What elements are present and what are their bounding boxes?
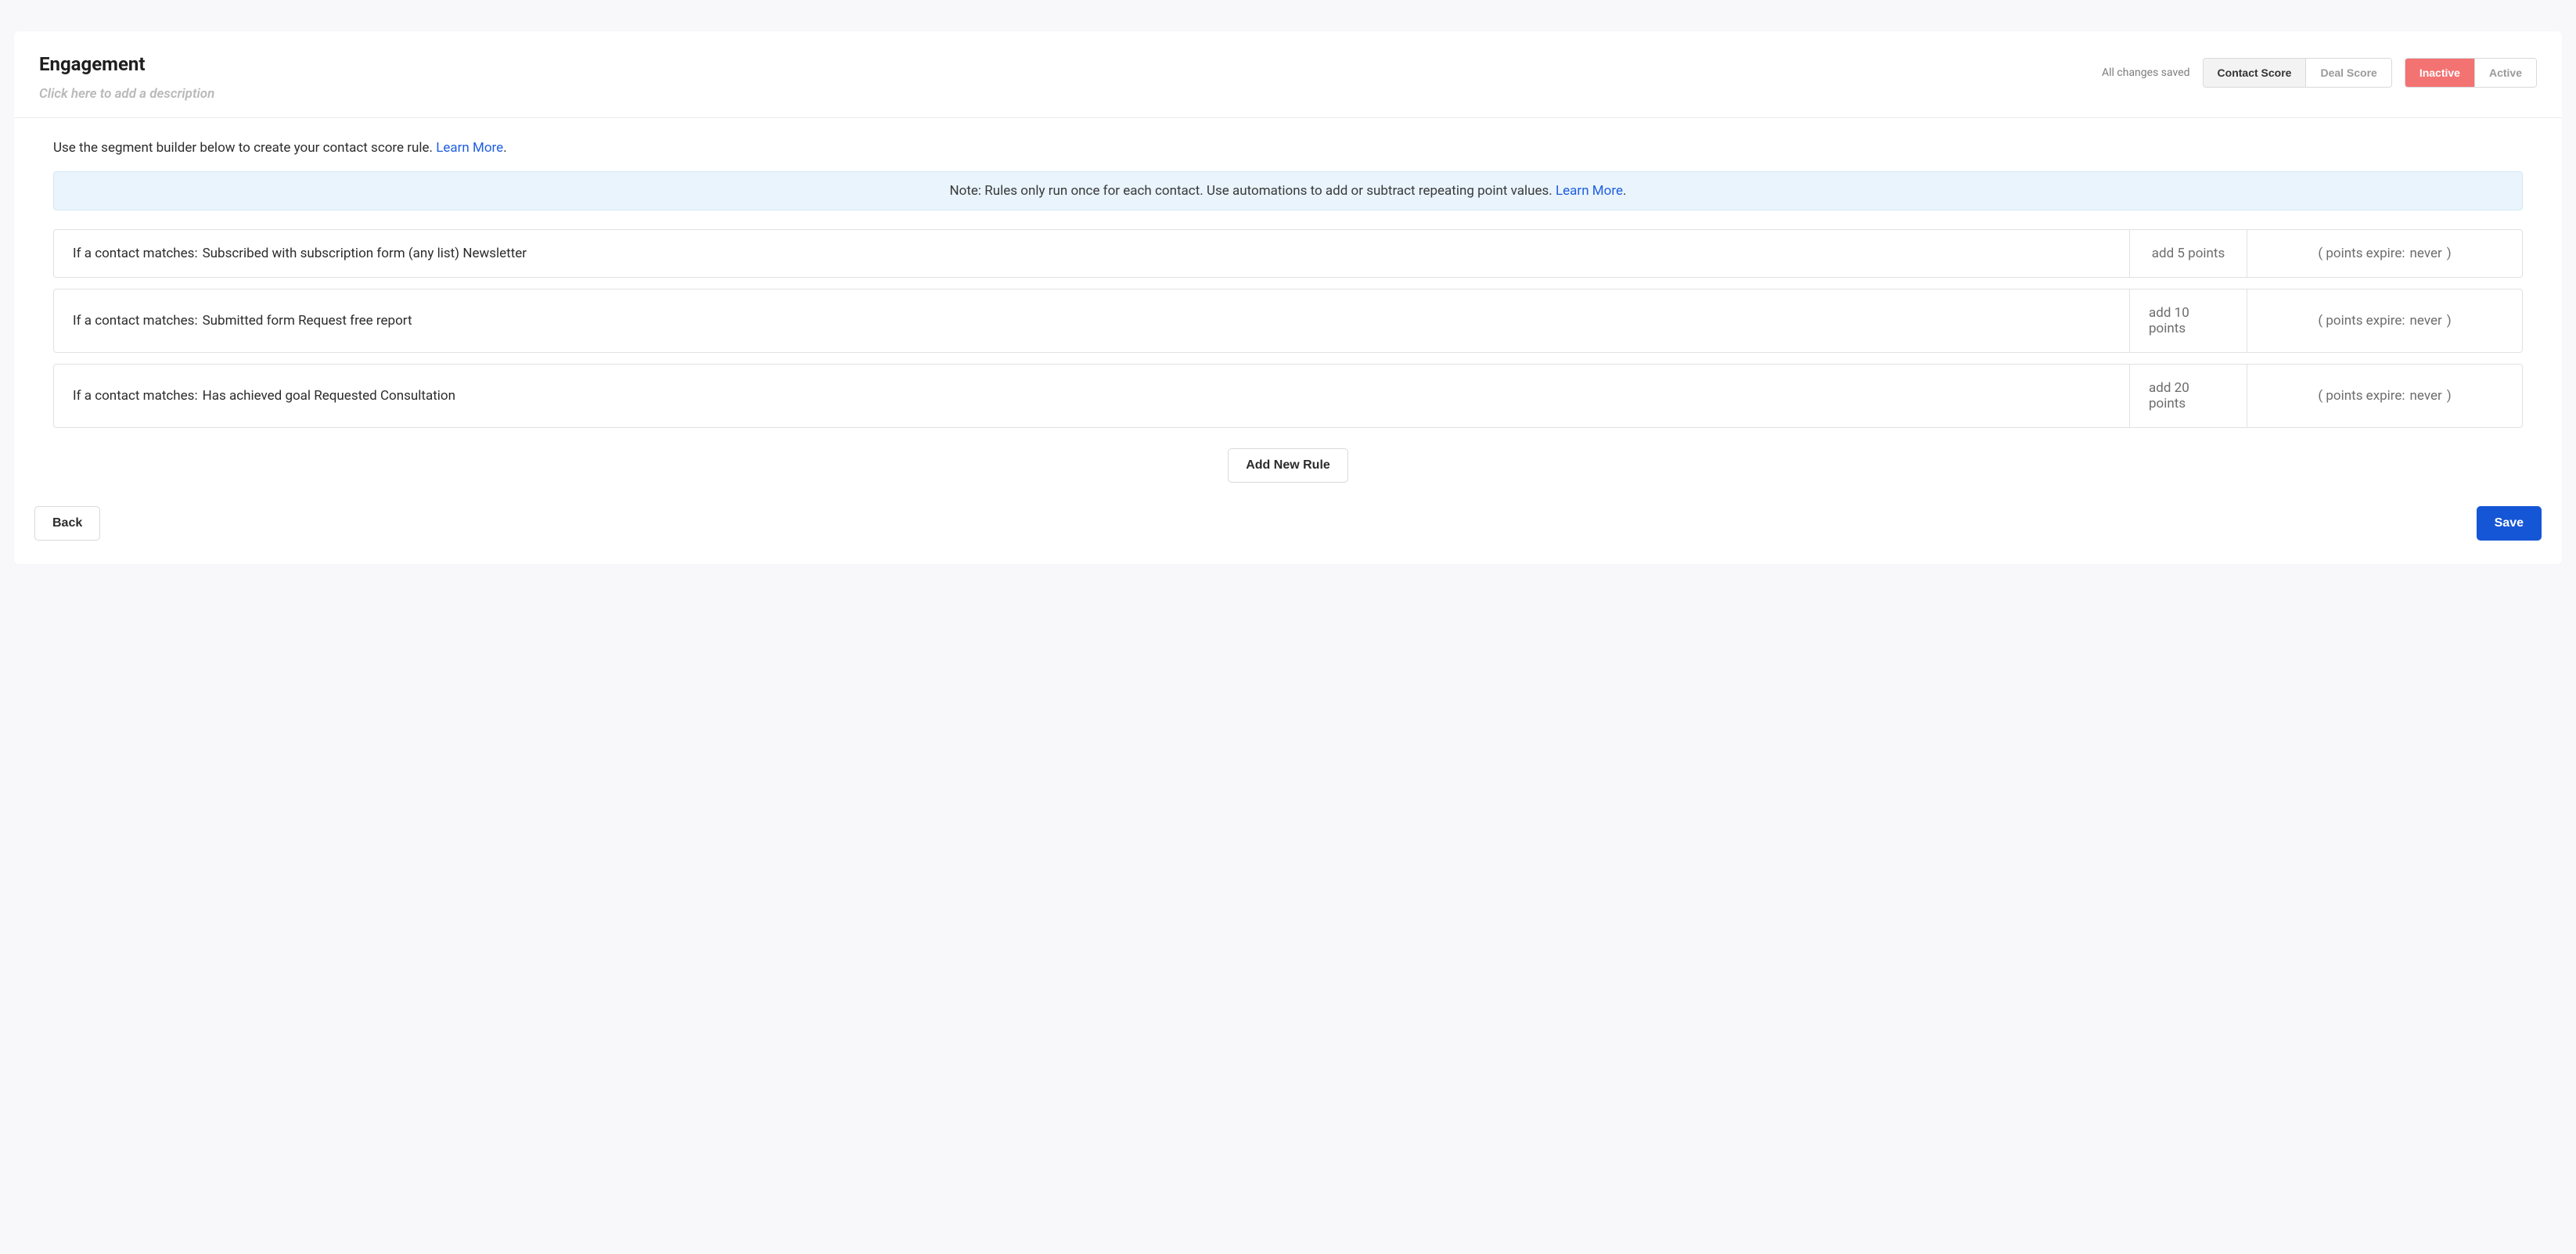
contact-score-toggle[interactable]: Contact Score (2204, 59, 2306, 87)
expire-suffix: ) (2447, 246, 2452, 261)
rule-prefix: If a contact matches: (73, 313, 198, 329)
add-rule-button[interactable]: Add New Rule (1228, 448, 1348, 483)
expire-prefix: ( points expire: (2318, 388, 2405, 404)
expire-prefix: ( points expire: (2318, 246, 2405, 261)
rule-condition-text: Has achieved goal Requested Consultation (203, 388, 455, 404)
rule-points: add 5 points (2129, 230, 2247, 277)
intro-text-main: Use the segment builder below to create … (53, 140, 436, 156)
card-header: Engagement Click here to add a descripti… (14, 31, 2562, 118)
score-card: Engagement Click here to add a descripti… (14, 31, 2562, 564)
expire-value: never (2410, 388, 2442, 404)
note-text: Note: Rules only run once for each conta… (950, 183, 1556, 199)
rule-row[interactable]: If a contact matches: Has achieved goal … (53, 364, 2523, 428)
status-toggle: Inactive Active (2405, 58, 2537, 88)
add-rule-wrap: Add New Rule (53, 448, 2523, 483)
rule-expire: ( points expire: never ) (2247, 230, 2522, 277)
rule-points: add 10 points (2129, 289, 2247, 352)
deal-score-toggle[interactable]: Deal Score (2305, 59, 2391, 87)
rule-condition-text: Subscribed with subscription form (any l… (203, 246, 527, 261)
rule-prefix: If a contact matches: (73, 388, 198, 404)
description-input[interactable]: Click here to add a description (39, 86, 214, 102)
score-type-toggle: Contact Score Deal Score (2203, 58, 2392, 88)
rule-points: add 20 points (2129, 365, 2247, 427)
page-title: Engagement (39, 53, 214, 75)
expire-value: never (2410, 246, 2442, 261)
note-period: . (1623, 183, 1626, 199)
rules-list: If a contact matches: Subscribed with su… (53, 229, 2523, 428)
expire-suffix: ) (2447, 388, 2452, 404)
rule-prefix: If a contact matches: (73, 246, 198, 261)
header-left: Engagement Click here to add a descripti… (39, 53, 214, 102)
intro-learn-more-link[interactable]: Learn More (436, 140, 503, 156)
card-footer: Back Save (14, 506, 2562, 564)
expire-value: never (2410, 313, 2442, 329)
rule-expire: ( points expire: never ) (2247, 289, 2522, 352)
note-learn-more-link[interactable]: Learn More (1556, 183, 1623, 199)
note-box: Note: Rules only run once for each conta… (53, 171, 2523, 210)
rule-condition-text: Submitted form Request free report (203, 313, 412, 329)
intro-period: . (503, 140, 506, 156)
rule-row[interactable]: If a contact matches: Subscribed with su… (53, 229, 2523, 278)
header-right: All changes saved Contact Score Deal Sco… (2102, 53, 2537, 88)
back-button[interactable]: Back (34, 506, 100, 541)
rule-row[interactable]: If a contact matches: Submitted form Req… (53, 289, 2523, 353)
inactive-toggle[interactable]: Inactive (2405, 59, 2474, 87)
intro-text: Use the segment builder below to create … (53, 140, 2523, 156)
rule-expire: ( points expire: never ) (2247, 365, 2522, 427)
expire-prefix: ( points expire: (2318, 313, 2405, 329)
rule-condition: If a contact matches: Has achieved goal … (54, 365, 2129, 427)
rule-condition: If a contact matches: Submitted form Req… (54, 289, 2129, 352)
save-button[interactable]: Save (2477, 506, 2542, 541)
saved-status: All changes saved (2102, 66, 2190, 79)
active-toggle[interactable]: Active (2474, 59, 2536, 87)
card-body: Use the segment builder below to create … (14, 118, 2562, 506)
rule-condition: If a contact matches: Subscribed with su… (54, 230, 2129, 277)
expire-suffix: ) (2447, 313, 2452, 329)
